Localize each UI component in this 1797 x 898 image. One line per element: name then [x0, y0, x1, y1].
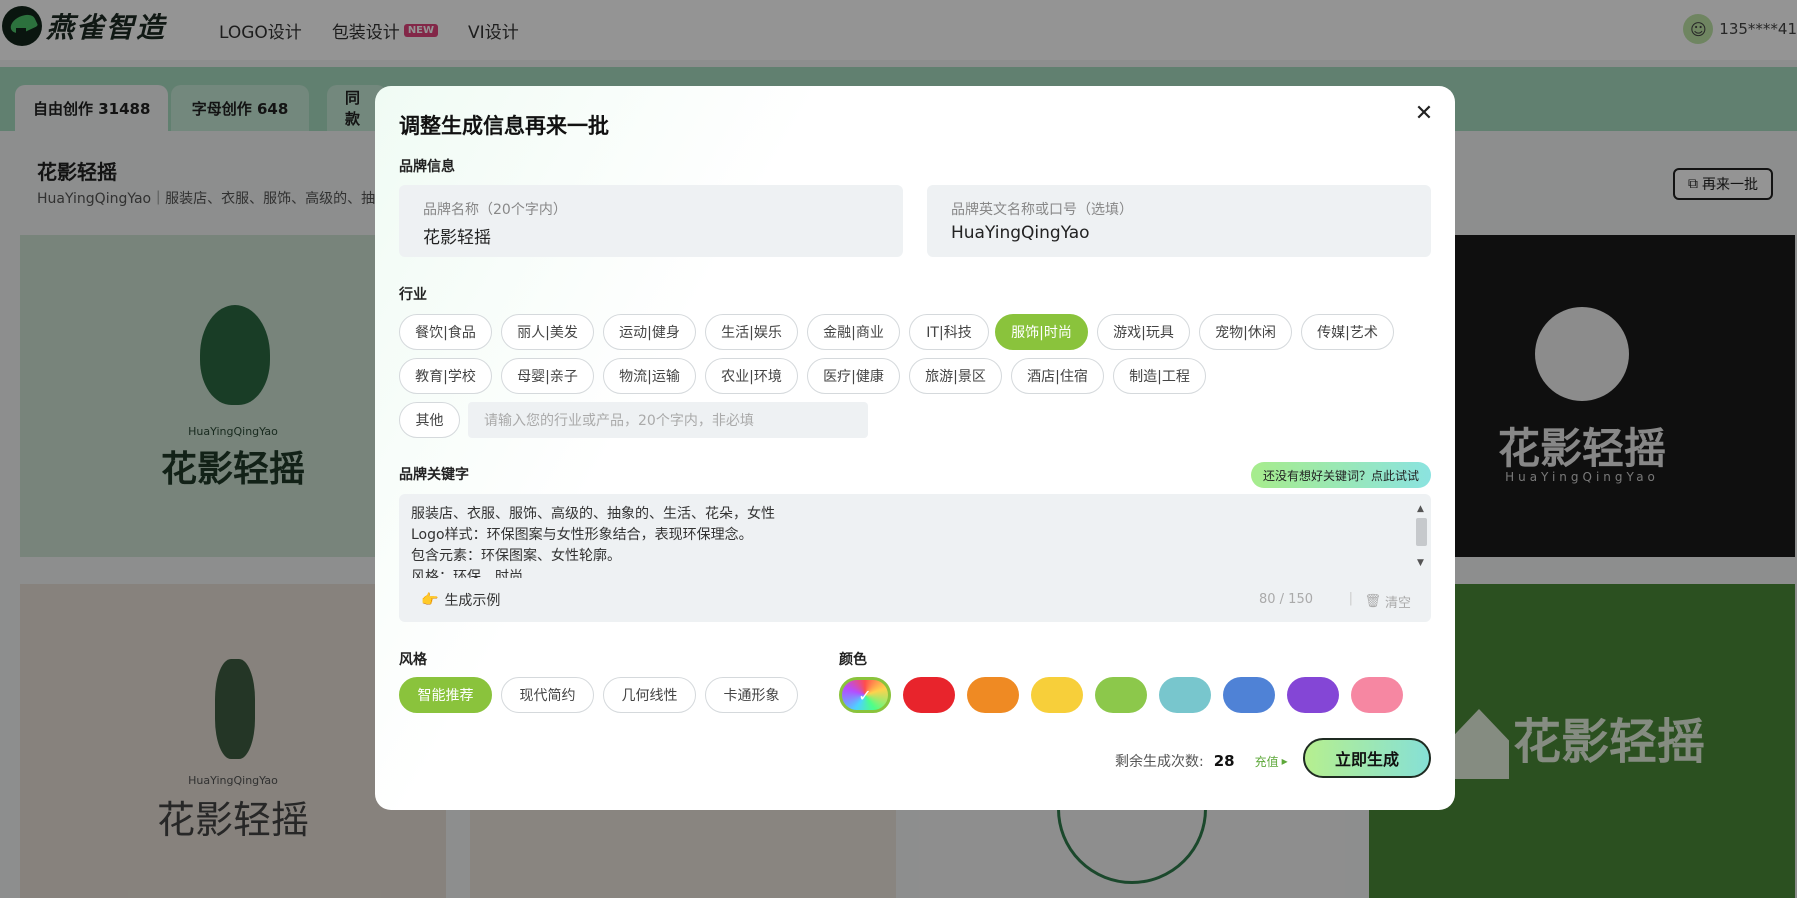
example-button[interactable]: 👉 生成示例 [421, 590, 500, 610]
industry-chip[interactable]: 农业|环境 [705, 358, 798, 394]
industry-chip[interactable]: 旅游|景区 [909, 358, 1002, 394]
color-swatch-multicolor[interactable]: ✓ [839, 677, 891, 713]
industry-chip[interactable]: 教育|学校 [399, 358, 492, 394]
color-swatch-red[interactable] [903, 677, 955, 713]
industry-chip[interactable]: 物流|运输 [603, 358, 696, 394]
clear-button[interactable]: 🗑 清空 [1364, 592, 1411, 611]
pointing-hand-icon: 👉 [421, 592, 439, 608]
industry-chip[interactable]: 金融|商业 [807, 314, 900, 350]
style-chip[interactable]: 现代简约 [501, 677, 594, 713]
industry-chip[interactable]: IT|科技 [909, 314, 989, 350]
recharge-label: 充值 [1254, 754, 1279, 769]
style-chip[interactable]: 几何线性 [603, 677, 696, 713]
industry-chip-selected[interactable]: 服饰|时尚 [995, 314, 1088, 350]
generate-button[interactable]: 立即生成 [1303, 738, 1431, 778]
industry-chip[interactable]: 餐饮|食品 [399, 314, 492, 350]
dialog-title: 调整生成信息再来一批 [399, 114, 609, 138]
scroll-thumb[interactable] [1416, 518, 1427, 546]
close-button[interactable]: ✕ [1411, 100, 1437, 126]
industry-chip[interactable]: 医疗|健康 [807, 358, 900, 394]
check-icon: ✓ [858, 685, 872, 705]
keyword-hint-button[interactable]: 还没有想好关键词？点此试试 [1250, 462, 1431, 488]
color-swatch-teal[interactable] [1159, 677, 1211, 713]
keywords-scrollbar[interactable]: ▲ ▼ [1415, 504, 1427, 568]
field-placeholder: 品牌名称（20个字内） [423, 202, 567, 218]
trash-icon: 🗑 [1364, 594, 1381, 609]
field-value: 花影轻摇 [423, 228, 491, 248]
keywords-label: 品牌关键字 [399, 467, 469, 483]
divider: | [1348, 591, 1353, 606]
style-chip[interactable]: 卡通形象 [705, 677, 798, 713]
regenerate-dialog: 调整生成信息再来一批 ✕ 品牌信息 品牌名称（20个字内） 花影轻摇 品牌英文名… [375, 86, 1455, 810]
remaining-label: 剩余生成次数: [1115, 754, 1204, 770]
color-label: 颜色 [839, 652, 867, 668]
example-label: 生成示例 [444, 593, 501, 609]
color-swatch-blue[interactable] [1223, 677, 1275, 713]
style-label: 风格 [399, 652, 427, 668]
scroll-down-icon[interactable]: ▼ [1417, 558, 1424, 568]
brand-english-field[interactable]: 品牌英文名称或口号（选填） HuaYingQingYao [927, 185, 1431, 257]
color-swatch-green[interactable] [1095, 677, 1147, 713]
industry-chip[interactable]: 游戏|玩具 [1097, 314, 1190, 350]
close-icon: ✕ [1414, 100, 1434, 126]
recharge-link[interactable]: 充值 ▸ [1255, 753, 1288, 770]
scroll-up-icon[interactable]: ▲ [1417, 504, 1424, 514]
remaining-credits: 剩余生成次数: 28 充值 ▸ [1115, 751, 1288, 771]
caret-right-icon: ▸ [1281, 754, 1288, 768]
brand-info-label: 品牌信息 [399, 159, 455, 175]
other-industry-input[interactable]: 请输入您的行业或产品，20个字内，非必填 [468, 402, 868, 438]
industry-label: 行业 [399, 287, 427, 303]
industry-chip[interactable]: 运动|健身 [603, 314, 696, 350]
brand-name-field[interactable]: 品牌名称（20个字内） 花影轻摇 [399, 185, 903, 257]
industry-chip[interactable]: 宠物|休闲 [1199, 314, 1292, 350]
style-chip-selected[interactable]: 智能推荐 [399, 677, 492, 713]
industry-chip-other[interactable]: 其他 [399, 402, 460, 438]
color-swatch-orange[interactable] [967, 677, 1019, 713]
color-swatch-pink[interactable] [1351, 677, 1403, 713]
field-placeholder: 品牌英文名称或口号（选填） [951, 202, 1133, 218]
char-count: 80 / 150 [1259, 592, 1313, 607]
industry-chip[interactable]: 丽人|美发 [501, 314, 594, 350]
clear-label: 清空 [1384, 596, 1411, 611]
industry-chip[interactable]: 母婴|亲子 [501, 358, 594, 394]
color-swatch-yellow[interactable] [1031, 677, 1083, 713]
keywords-text: 服装店、衣服、服饰、高级的、抽象的、生活、花朵，女性 Logo样式：环保图案与女… [411, 506, 775, 578]
field-value: HuaYingQingYao [951, 223, 1090, 243]
industry-chip[interactable]: 生活|娱乐 [705, 314, 798, 350]
remaining-count: 28 [1213, 752, 1235, 770]
industry-chip[interactable]: 传媒|艺术 [1301, 314, 1394, 350]
industry-chip[interactable]: 制造|工程 [1113, 358, 1206, 394]
keywords-textarea[interactable]: 服装店、衣服、服饰、高级的、抽象的、生活、花朵，女性 Logo样式：环保图案与女… [399, 494, 1431, 622]
industry-chip[interactable]: 酒店|住宿 [1011, 358, 1104, 394]
color-swatch-purple[interactable] [1287, 677, 1339, 713]
